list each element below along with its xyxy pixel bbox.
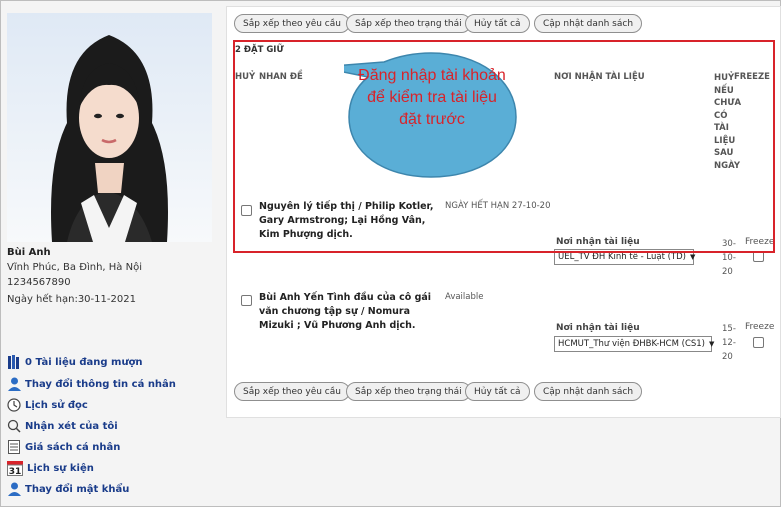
profile-phone: 1234567890 [7,277,71,288]
clock-icon [7,398,21,412]
menu-item-profile[interactable]: Thay đổi thông tin cá nhân [7,377,176,391]
menu-item-history[interactable]: Lịch sử đọc [7,398,88,412]
update-list-button[interactable]: Cập nhật danh sách [534,14,643,33]
profile-name: Bùi Anh [7,247,51,258]
menu-item-bookshelf[interactable]: Giá sách cá nhân [7,440,120,454]
menu-label: 0 Tài liệu đang mượn [25,356,143,368]
profile-photo [7,13,212,242]
hold-status: Available [445,292,484,302]
profile-expiry: Ngày hết hạn:30-11-2021 [7,294,136,305]
chevron-down-icon: ▼ [690,253,696,261]
user-icon [7,377,21,391]
menu-item-loans[interactable]: 0 Tài liệu đang mượn [7,355,143,369]
calendar-icon: 31 [7,460,23,476]
chevron-down-icon: ▼ [709,340,715,348]
hold-expire-date: 15-12-20 [722,324,736,362]
app-frame: Bùi Anh Vĩnh Phúc, Ba Đình, Hà Nội 12345… [0,0,781,507]
freeze-label: Freeze [745,322,775,332]
freeze-checkbox[interactable] [753,337,764,348]
cancel-all-button[interactable]: Hủy tất cả [465,14,530,33]
user-icon [7,482,21,496]
books-icon [7,355,21,369]
menu-label: Nhận xét của tôi [25,420,118,432]
sort-by-status-button[interactable]: Sắp xếp theo trạng thái [346,14,471,33]
calendar-day: 31 [9,467,22,476]
profile-address: Vĩnh Phúc, Ba Đình, Hà Nội [7,262,142,273]
menu-item-reviews[interactable]: Nhận xét của tôi [7,419,118,433]
search-icon [7,419,21,433]
pickup-location-select[interactable]: HCMUT_Thư viện ĐHBK-HCM (CS1) ▼ [554,336,715,352]
row-cancel-checkbox[interactable] [241,295,252,306]
sort-by-status-button[interactable]: Sắp xếp theo trạng thái [346,382,471,401]
menu-label: Thay đổi mật khẩu [25,483,130,495]
pickup-label: Nơi nhận tài liệu [556,323,640,333]
sort-by-request-button[interactable]: Sắp xếp theo yêu cầu [234,14,350,33]
hold-title[interactable]: Bùi Anh Yến Tình đầu của cô gái văn chươ… [259,291,439,333]
menu-label: Lịch sự kiện [27,462,94,474]
menu-label: Thay đổi thông tin cá nhân [25,378,176,390]
callout-text: Đăng nhập tài khoản để kiểm tra tài liệu… [358,67,506,128]
menu-item-password[interactable]: Thay đổi mật khẩu [7,482,129,496]
menu-label: Lịch sử đọc [25,399,88,411]
menu-label: Giá sách cá nhân [25,441,121,453]
menu-item-events[interactable]: 31 Lịch sự kiện [7,460,94,476]
sort-by-request-button[interactable]: Sắp xếp theo yêu cầu [234,382,350,401]
cancel-all-button[interactable]: Hủy tất cả [465,382,530,401]
list-icon [7,440,21,454]
update-list-button[interactable]: Cập nhật danh sách [534,382,643,401]
